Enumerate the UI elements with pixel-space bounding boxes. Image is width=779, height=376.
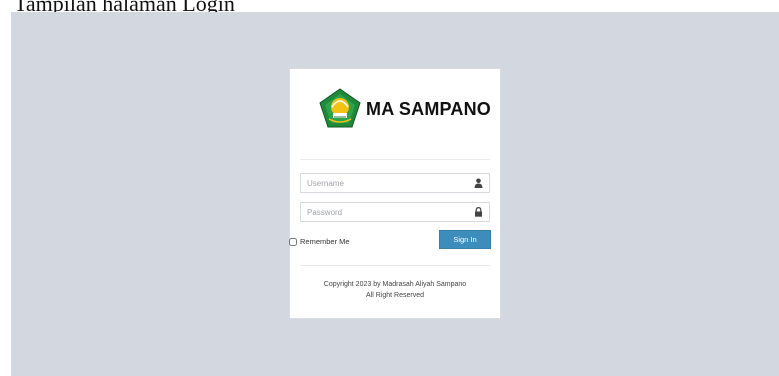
rights-text: All Right Reserved — [366, 292, 424, 299]
login-footer: Copyright 2023 by Madrasah Aliyah Sampan… — [290, 279, 500, 301]
username-field[interactable] — [300, 173, 490, 193]
lock-icon — [475, 207, 482, 217]
login-screen: MA SAMPANO Remember Me Sign In Copyright… — [11, 12, 779, 376]
divider-bottom — [300, 265, 490, 266]
user-icon — [474, 178, 483, 188]
kemenag-logo-icon — [319, 88, 361, 128]
brand-name: MA SAMPANO — [366, 98, 491, 119]
sign-in-button[interactable]: Sign In — [439, 230, 491, 249]
login-logo: MA SAMPANO — [318, 87, 498, 131]
divider-top — [300, 159, 490, 160]
password-input[interactable] — [301, 204, 467, 220]
remember-me-label: Remember Me — [300, 237, 350, 246]
username-input[interactable] — [301, 175, 467, 191]
login-box: MA SAMPANO Remember Me Sign In Copyright… — [289, 68, 501, 319]
password-field[interactable] — [300, 202, 490, 222]
remember-me[interactable]: Remember Me — [289, 237, 350, 246]
copyright-text: Copyright 2023 by Madrasah Aliyah Sampan… — [323, 281, 467, 288]
remember-me-checkbox[interactable] — [289, 237, 297, 246]
